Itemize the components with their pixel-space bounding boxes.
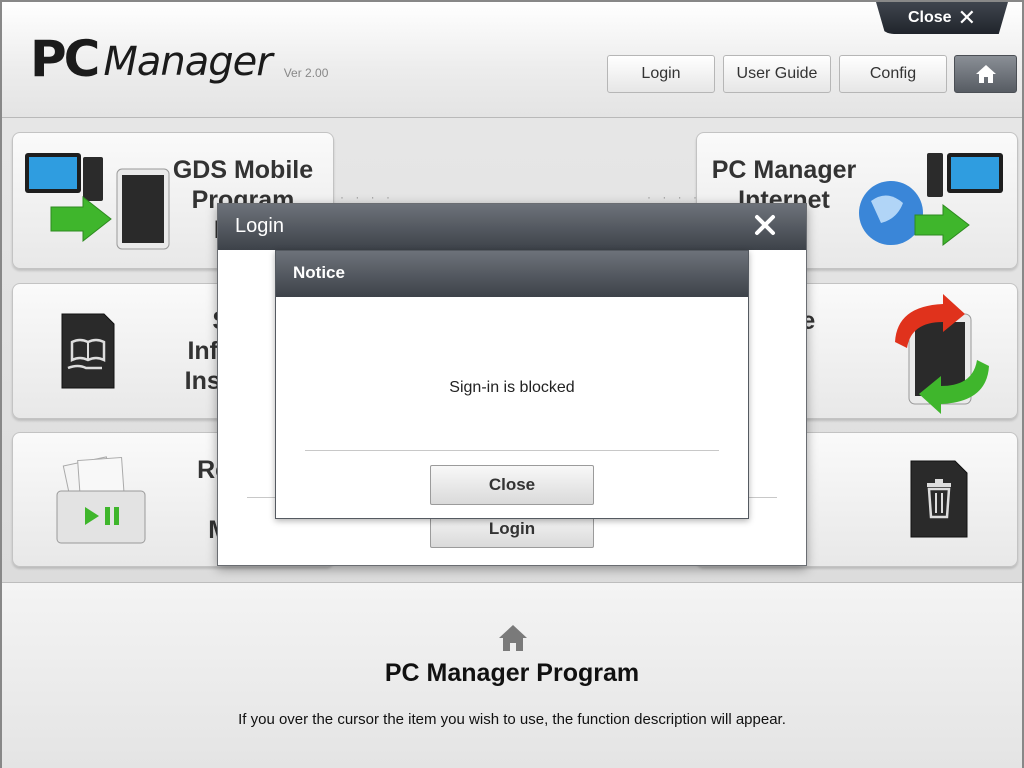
- notice-dialog: Notice Sign-in is blocked Close: [275, 250, 749, 519]
- close-icon: ✕: [957, 5, 976, 30]
- notice-message: Sign-in is blocked: [449, 379, 575, 396]
- footer-title: PC Manager Program: [384, 659, 640, 687]
- login-dialog-title-bar: Login: [218, 204, 806, 250]
- sd-card-trash-icon: [910, 460, 968, 538]
- tablet-refresh-icon: [895, 294, 989, 414]
- logo-manager: Manager: [103, 39, 272, 85]
- login-dialog-title: Login: [235, 215, 284, 237]
- config-button[interactable]: Config: [839, 55, 947, 93]
- notice-close-button[interactable]: Close: [430, 465, 594, 505]
- version-label: Ver 2.00: [283, 66, 329, 80]
- login-button[interactable]: Login: [607, 55, 715, 93]
- close-icon[interactable]: [752, 212, 778, 238]
- tile-line: GDS Mobile: [172, 156, 314, 184]
- footer-description: If you over the cursor the item you wish…: [238, 711, 786, 728]
- close-app-label: Close: [907, 9, 952, 26]
- connector-dots: · · · ·: [647, 190, 701, 204]
- user-guide-button[interactable]: User Guide: [723, 55, 831, 93]
- connector-dots: · · · ·: [340, 190, 394, 204]
- divider: [305, 450, 719, 451]
- globe-pc-transfer-icon: [859, 153, 1003, 247]
- home-button[interactable]: [954, 55, 1017, 93]
- app-logo: PC Manager Ver 2.00: [30, 34, 328, 84]
- close-app-button[interactable]: Close ✕: [876, 2, 1008, 34]
- media-folder-icon: [56, 456, 146, 544]
- home-icon: [499, 625, 527, 651]
- logo-pc: PC: [30, 30, 100, 88]
- pc-to-tablet-icon: [25, 153, 170, 250]
- sd-card-manual-icon: [61, 313, 115, 389]
- home-icon: [975, 65, 996, 83]
- tile-line: PC Manager: [711, 156, 857, 184]
- header: PC Manager Ver 2.00 Close ✕ Login User G…: [2, 2, 1022, 118]
- notice-dialog-title: Notice: [276, 251, 748, 297]
- footer-info-panel: PC Manager Program If you over the curso…: [2, 582, 1022, 768]
